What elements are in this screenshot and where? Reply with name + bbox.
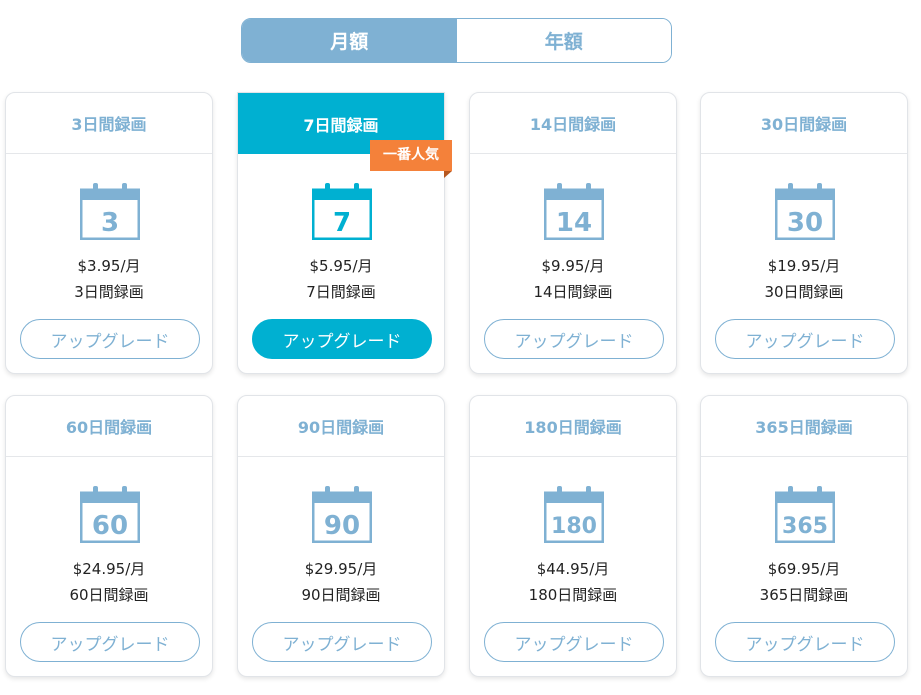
plan-card-90d: 90日間録画 90 $29.95/月 90日間録画 アップグレード [237, 395, 445, 677]
calendar-day-number: 90 [324, 511, 360, 541]
plan-price: $5.95/月 [309, 257, 373, 275]
calendar-day-number: 60 [92, 511, 128, 541]
calendar-icon: 30 [775, 182, 835, 240]
plan-card-60d: 60日間録画 60 $24.95/月 60日間録画 アップグレード [5, 395, 213, 677]
plan-card-180d: 180日間録画 180 $44.95/月 180日間録画 アップグレード [469, 395, 677, 677]
upgrade-button[interactable]: アップグレード [484, 319, 664, 359]
plan-label: 14日間録画 [533, 283, 613, 301]
plan-title: 90日間録画 [238, 396, 444, 457]
plan-card-7d: 7日間録画 一番人気 7 $5.95/月 7日間録画 アップグレード [237, 92, 452, 374]
plan-price: $44.95/月 [536, 560, 610, 578]
plan-title: 180日間録画 [470, 396, 676, 457]
plan-price: $24.95/月 [72, 560, 146, 578]
calendar-day-number: 180 [551, 514, 597, 539]
plan-label: 365日間録画 [759, 586, 849, 604]
plan-label: 90日間録画 [301, 586, 381, 604]
plan-card-365d: 365日間録画 365 $69.95/月 365日間録画 アップグレード [700, 395, 908, 677]
plan-card-3d: 3日間録画 3 $3.95/月 3日間録画 アップグレード [5, 92, 213, 374]
plan-title: 3日間録画 [6, 93, 212, 154]
plan-price: $69.95/月 [767, 560, 841, 578]
calendar-icon: 60 [80, 485, 140, 543]
calendar-day-number: 30 [787, 208, 823, 238]
calendar-day-number: 14 [556, 208, 592, 238]
calendar-day-number: 365 [782, 514, 828, 539]
plan-card-14d: 14日間録画 14 $9.95/月 14日間録画 アップグレード [469, 92, 677, 374]
plan-label: 60日間録画 [69, 586, 149, 604]
plan-title: 14日間録画 [470, 93, 676, 154]
calendar-icon: 90 [312, 485, 372, 543]
tab-monthly[interactable]: 月額 [242, 19, 457, 62]
plan-title: 60日間録画 [6, 396, 212, 457]
billing-period-toggle: 月額 年額 [241, 18, 672, 63]
upgrade-button[interactable]: アップグレード [20, 319, 200, 359]
upgrade-button[interactable]: アップグレード [20, 622, 200, 662]
plan-title: 365日間録画 [701, 396, 907, 457]
upgrade-button[interactable]: アップグレード [484, 622, 664, 662]
tab-yearly[interactable]: 年額 [456, 19, 671, 62]
plan-price: $3.95/月 [77, 257, 141, 275]
calendar-icon: 7 [312, 182, 372, 240]
calendar-icon: 14 [544, 182, 604, 240]
upgrade-button[interactable]: アップグレード [252, 319, 432, 359]
upgrade-button[interactable]: アップグレード [715, 622, 895, 662]
calendar-icon: 3 [80, 182, 140, 240]
popular-badge: 一番人気 [370, 140, 452, 178]
calendar-day-number: 3 [101, 208, 119, 238]
upgrade-button[interactable]: アップグレード [252, 622, 432, 662]
plan-price: $29.95/月 [304, 560, 378, 578]
plan-price: $9.95/月 [541, 257, 605, 275]
plan-label: 180日間録画 [528, 586, 618, 604]
upgrade-button[interactable]: アップグレード [715, 319, 895, 359]
plan-card-30d: 30日間録画 30 $19.95/月 30日間録画 アップグレード [700, 92, 908, 374]
plan-label: 3日間録画 [74, 283, 144, 301]
plan-price: $19.95/月 [767, 257, 841, 275]
plan-label: 30日間録画 [764, 283, 844, 301]
calendar-day-number: 7 [333, 208, 351, 238]
calendar-icon: 365 [775, 485, 835, 543]
plan-title: 30日間録画 [701, 93, 907, 154]
plan-label: 7日間録画 [306, 283, 376, 301]
calendar-icon: 180 [544, 485, 604, 543]
